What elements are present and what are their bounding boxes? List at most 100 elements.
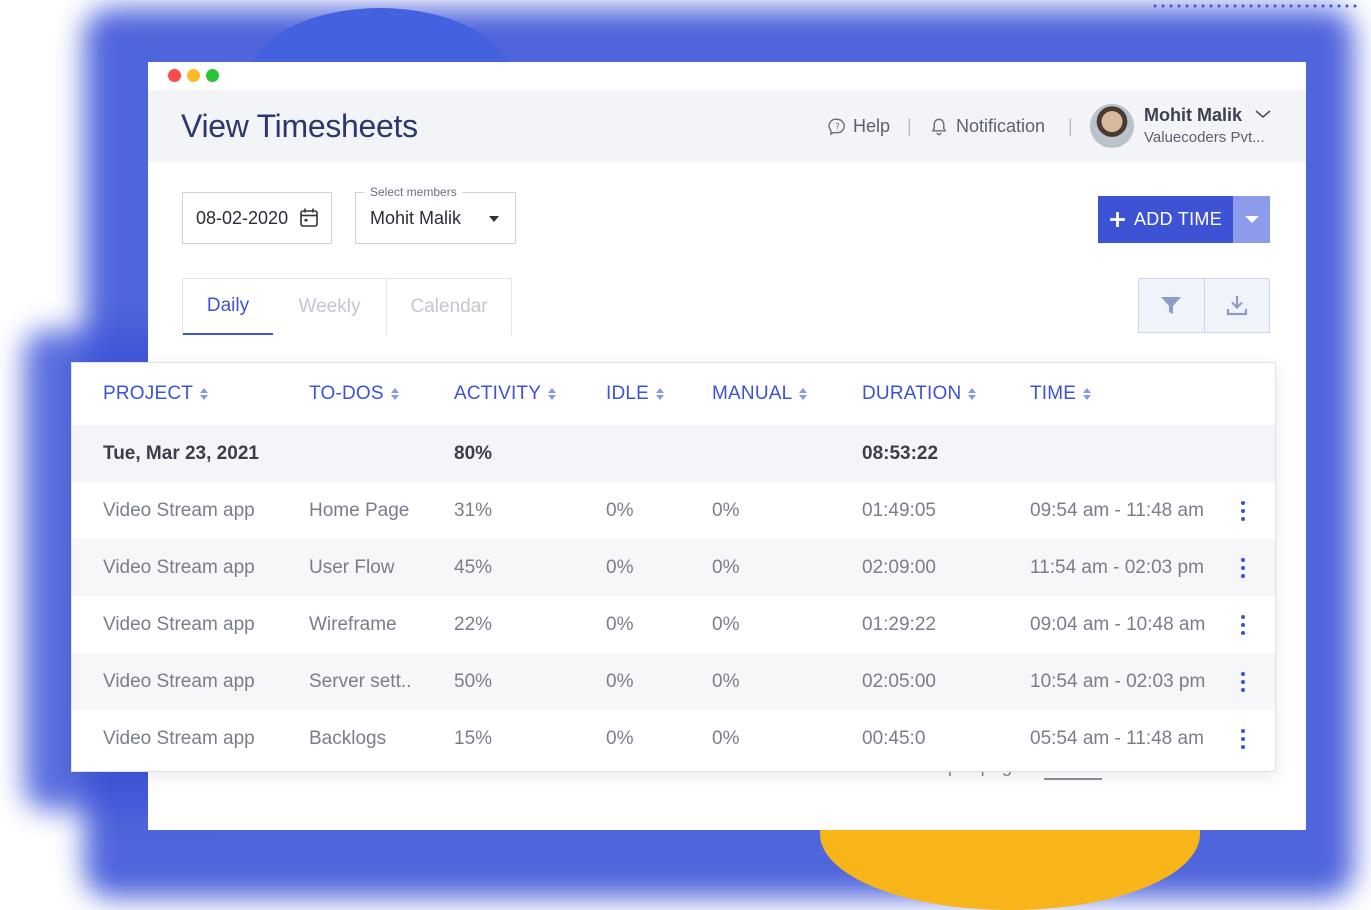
user-name[interactable]: Mohit Malik (1144, 105, 1242, 126)
table-header: PROJECT TO-DOS ACTIVITY IDLE MANUAL DURA… (72, 363, 1275, 425)
add-time-button[interactable]: ADD TIME (1098, 196, 1233, 243)
column-label: MANUAL (712, 383, 793, 404)
cell-todo: Server sett.. (309, 670, 412, 692)
cell-time: 10:54 am - 02:03 pm (1030, 670, 1206, 692)
kebab-menu-icon (1238, 500, 1248, 521)
cell-manual: 0% (712, 670, 740, 692)
cell-duration: 02:09:00 (862, 556, 936, 578)
sort-icon (799, 388, 808, 400)
column-header-idle[interactable]: IDLE (606, 363, 665, 425)
column-header-manual[interactable]: MANUAL (712, 363, 808, 425)
cell-idle: 0% (606, 499, 634, 521)
summary-row: Tue, Mar 23, 2021 80% 08:53:22 (72, 425, 1275, 482)
table-row: Video Stream app Home Page 31% 0% 0% 01:… (72, 482, 1275, 539)
add-time-dropdown-button[interactable] (1233, 196, 1270, 243)
table-row: Video Stream app Backlogs 15% 0% 0% 00:4… (72, 710, 1275, 767)
members-label: Select members (365, 185, 462, 199)
row-menu-button[interactable] (1238, 482, 1248, 539)
table-row: Video Stream app Wireframe 22% 0% 0% 01:… (72, 596, 1275, 653)
cell-time: 09:04 am - 10:48 am (1030, 613, 1206, 635)
sort-icon (200, 388, 209, 400)
row-menu-button[interactable] (1238, 539, 1248, 596)
tab-calendar[interactable]: Calendar (387, 279, 511, 335)
chevron-down-icon[interactable] (1254, 108, 1272, 120)
plus-icon (1110, 212, 1125, 227)
cell-manual: 0% (712, 556, 740, 578)
members-select[interactable]: Select members Mohit Malik (355, 185, 516, 244)
kebab-menu-icon (1238, 728, 1248, 749)
view-tabs: Daily Weekly Calendar (182, 278, 512, 335)
cell-manual: 0% (712, 613, 740, 635)
add-time-label: ADD TIME (1133, 209, 1223, 229)
tab-weekly[interactable]: Weekly (273, 279, 387, 335)
timesheet-table: PROJECT TO-DOS ACTIVITY IDLE MANUAL DURA… (71, 362, 1276, 772)
cell-duration: 00:45:0 (862, 727, 926, 749)
row-menu-button[interactable] (1238, 596, 1248, 653)
cell-idle: 0% (606, 670, 634, 692)
avatar[interactable] (1090, 104, 1134, 148)
cell-todo: User Flow (309, 556, 395, 578)
row-menu-button[interactable] (1238, 653, 1248, 710)
cell-project: Video Stream app (103, 556, 255, 578)
summary-activity: 80% (454, 442, 493, 464)
download-icon (1226, 296, 1247, 316)
kebab-menu-icon (1238, 671, 1248, 692)
cell-duration: 01:29:22 (862, 613, 936, 635)
cell-todo: Wireframe (309, 613, 397, 635)
add-time-button-group: ADD TIME (1098, 196, 1270, 243)
column-header-duration[interactable]: DURATION (862, 363, 977, 425)
cell-manual: 0% (712, 727, 740, 749)
help-label: Help (853, 116, 891, 136)
cell-idle: 0% (606, 613, 634, 635)
background-dots (1151, 2, 1361, 12)
cell-project: Video Stream app (103, 613, 255, 635)
header-separator: | (1068, 116, 1073, 136)
summary-duration: 08:53:22 (862, 442, 939, 464)
filter-button[interactable] (1139, 279, 1204, 332)
notification-link[interactable]: Notification (930, 116, 1045, 137)
sort-icon (390, 388, 399, 400)
sort-icon (968, 388, 977, 400)
column-label: IDLE (606, 383, 650, 404)
cell-time: 09:54 am - 11:48 am (1030, 499, 1204, 521)
notification-label: Notification (956, 116, 1046, 136)
help-link[interactable]: ? Help (828, 116, 890, 137)
cell-todo: Home Page (309, 499, 410, 521)
column-label: DURATION (862, 383, 962, 404)
page-header: View Timesheets ? Help | Notification | … (148, 90, 1306, 162)
summary-date: Tue, Mar 23, 2021 (103, 442, 259, 464)
column-label: ACTIVITY (454, 383, 542, 404)
window-controls (168, 69, 219, 82)
tab-daily[interactable]: Daily (183, 279, 273, 335)
cell-activity: 45% (454, 556, 493, 578)
row-menu-button[interactable] (1238, 710, 1248, 767)
download-button[interactable] (1203, 279, 1270, 332)
page-title: View Timesheets (181, 108, 418, 144)
calendar-icon[interactable] (299, 207, 319, 228)
cell-activity: 50% (454, 670, 493, 692)
sort-icon (548, 388, 557, 400)
date-picker[interactable]: 08-02-2020 (182, 192, 332, 244)
cell-project: Video Stream app (103, 670, 255, 692)
column-label: TIME (1030, 383, 1077, 404)
help-icon: ? (828, 118, 845, 136)
column-header-time[interactable]: TIME (1030, 363, 1092, 425)
table-row: Video Stream app Server sett.. 50% 0% 0%… (72, 653, 1275, 710)
cell-manual: 0% (712, 499, 740, 521)
svg-text:?: ? (835, 123, 840, 133)
kebab-menu-icon (1238, 614, 1248, 635)
caret-down-icon (489, 216, 499, 222)
cell-duration: 01:49:05 (862, 499, 936, 521)
bell-icon (931, 118, 947, 136)
date-value: 08-02-2020 (196, 207, 289, 228)
cell-time: 05:54 am - 11:48 am (1030, 727, 1204, 749)
user-organization: Valuecoders Pvt... (1144, 129, 1265, 146)
sort-icon (656, 388, 665, 400)
minimize-window-button[interactable] (187, 69, 200, 82)
close-window-button[interactable] (168, 69, 181, 82)
column-header-todos[interactable]: TO-DOS (309, 363, 399, 425)
column-header-activity[interactable]: ACTIVITY (454, 363, 557, 425)
maximize-window-button[interactable] (206, 69, 219, 82)
cell-idle: 0% (606, 727, 634, 749)
column-header-project[interactable]: PROJECT (103, 363, 209, 425)
